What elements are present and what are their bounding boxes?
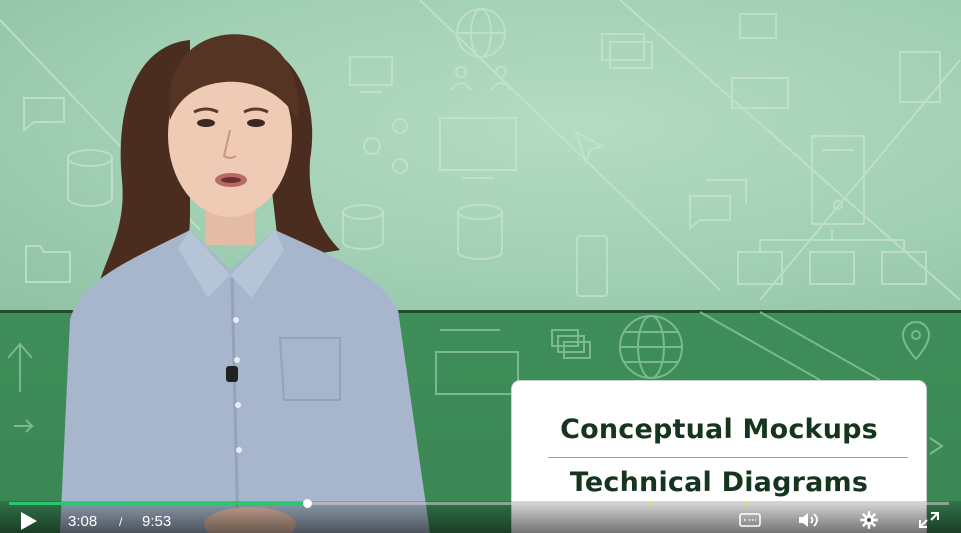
- duration: 9:53: [142, 513, 172, 530]
- video-frame[interactable]: Conceptual Mockups Technical Diagrams: [0, 0, 961, 533]
- progress-scrubber[interactable]: [302, 499, 312, 508]
- settings-button[interactable]: [857, 510, 881, 530]
- volume-button[interactable]: [797, 510, 821, 530]
- chapter-marker[interactable]: [745, 502, 748, 505]
- time-separator: /: [119, 515, 123, 529]
- settings-gear-icon: [860, 511, 878, 529]
- captions-icon: [739, 513, 761, 527]
- chapter-marker[interactable]: [649, 502, 652, 505]
- volume-icon: [799, 513, 818, 527]
- play-icon: [21, 512, 37, 530]
- fullscreen-button[interactable]: [917, 510, 941, 530]
- video-player[interactable]: Conceptual Mockups Technical Diagrams 3:…: [0, 0, 961, 533]
- presenter-video: [60, 34, 430, 533]
- captions-button[interactable]: [738, 510, 762, 530]
- overlay-title-conceptual: Conceptual Mockups: [560, 414, 878, 445]
- progress-bar[interactable]: [9, 499, 949, 508]
- current-time: 3:08: [68, 513, 98, 530]
- progress-played: [9, 502, 307, 505]
- fullscreen-icon: [919, 512, 939, 528]
- play-button[interactable]: [18, 511, 40, 531]
- overlay-divider: [548, 457, 908, 458]
- overlay-title-technical: Technical Diagrams: [569, 467, 869, 498]
